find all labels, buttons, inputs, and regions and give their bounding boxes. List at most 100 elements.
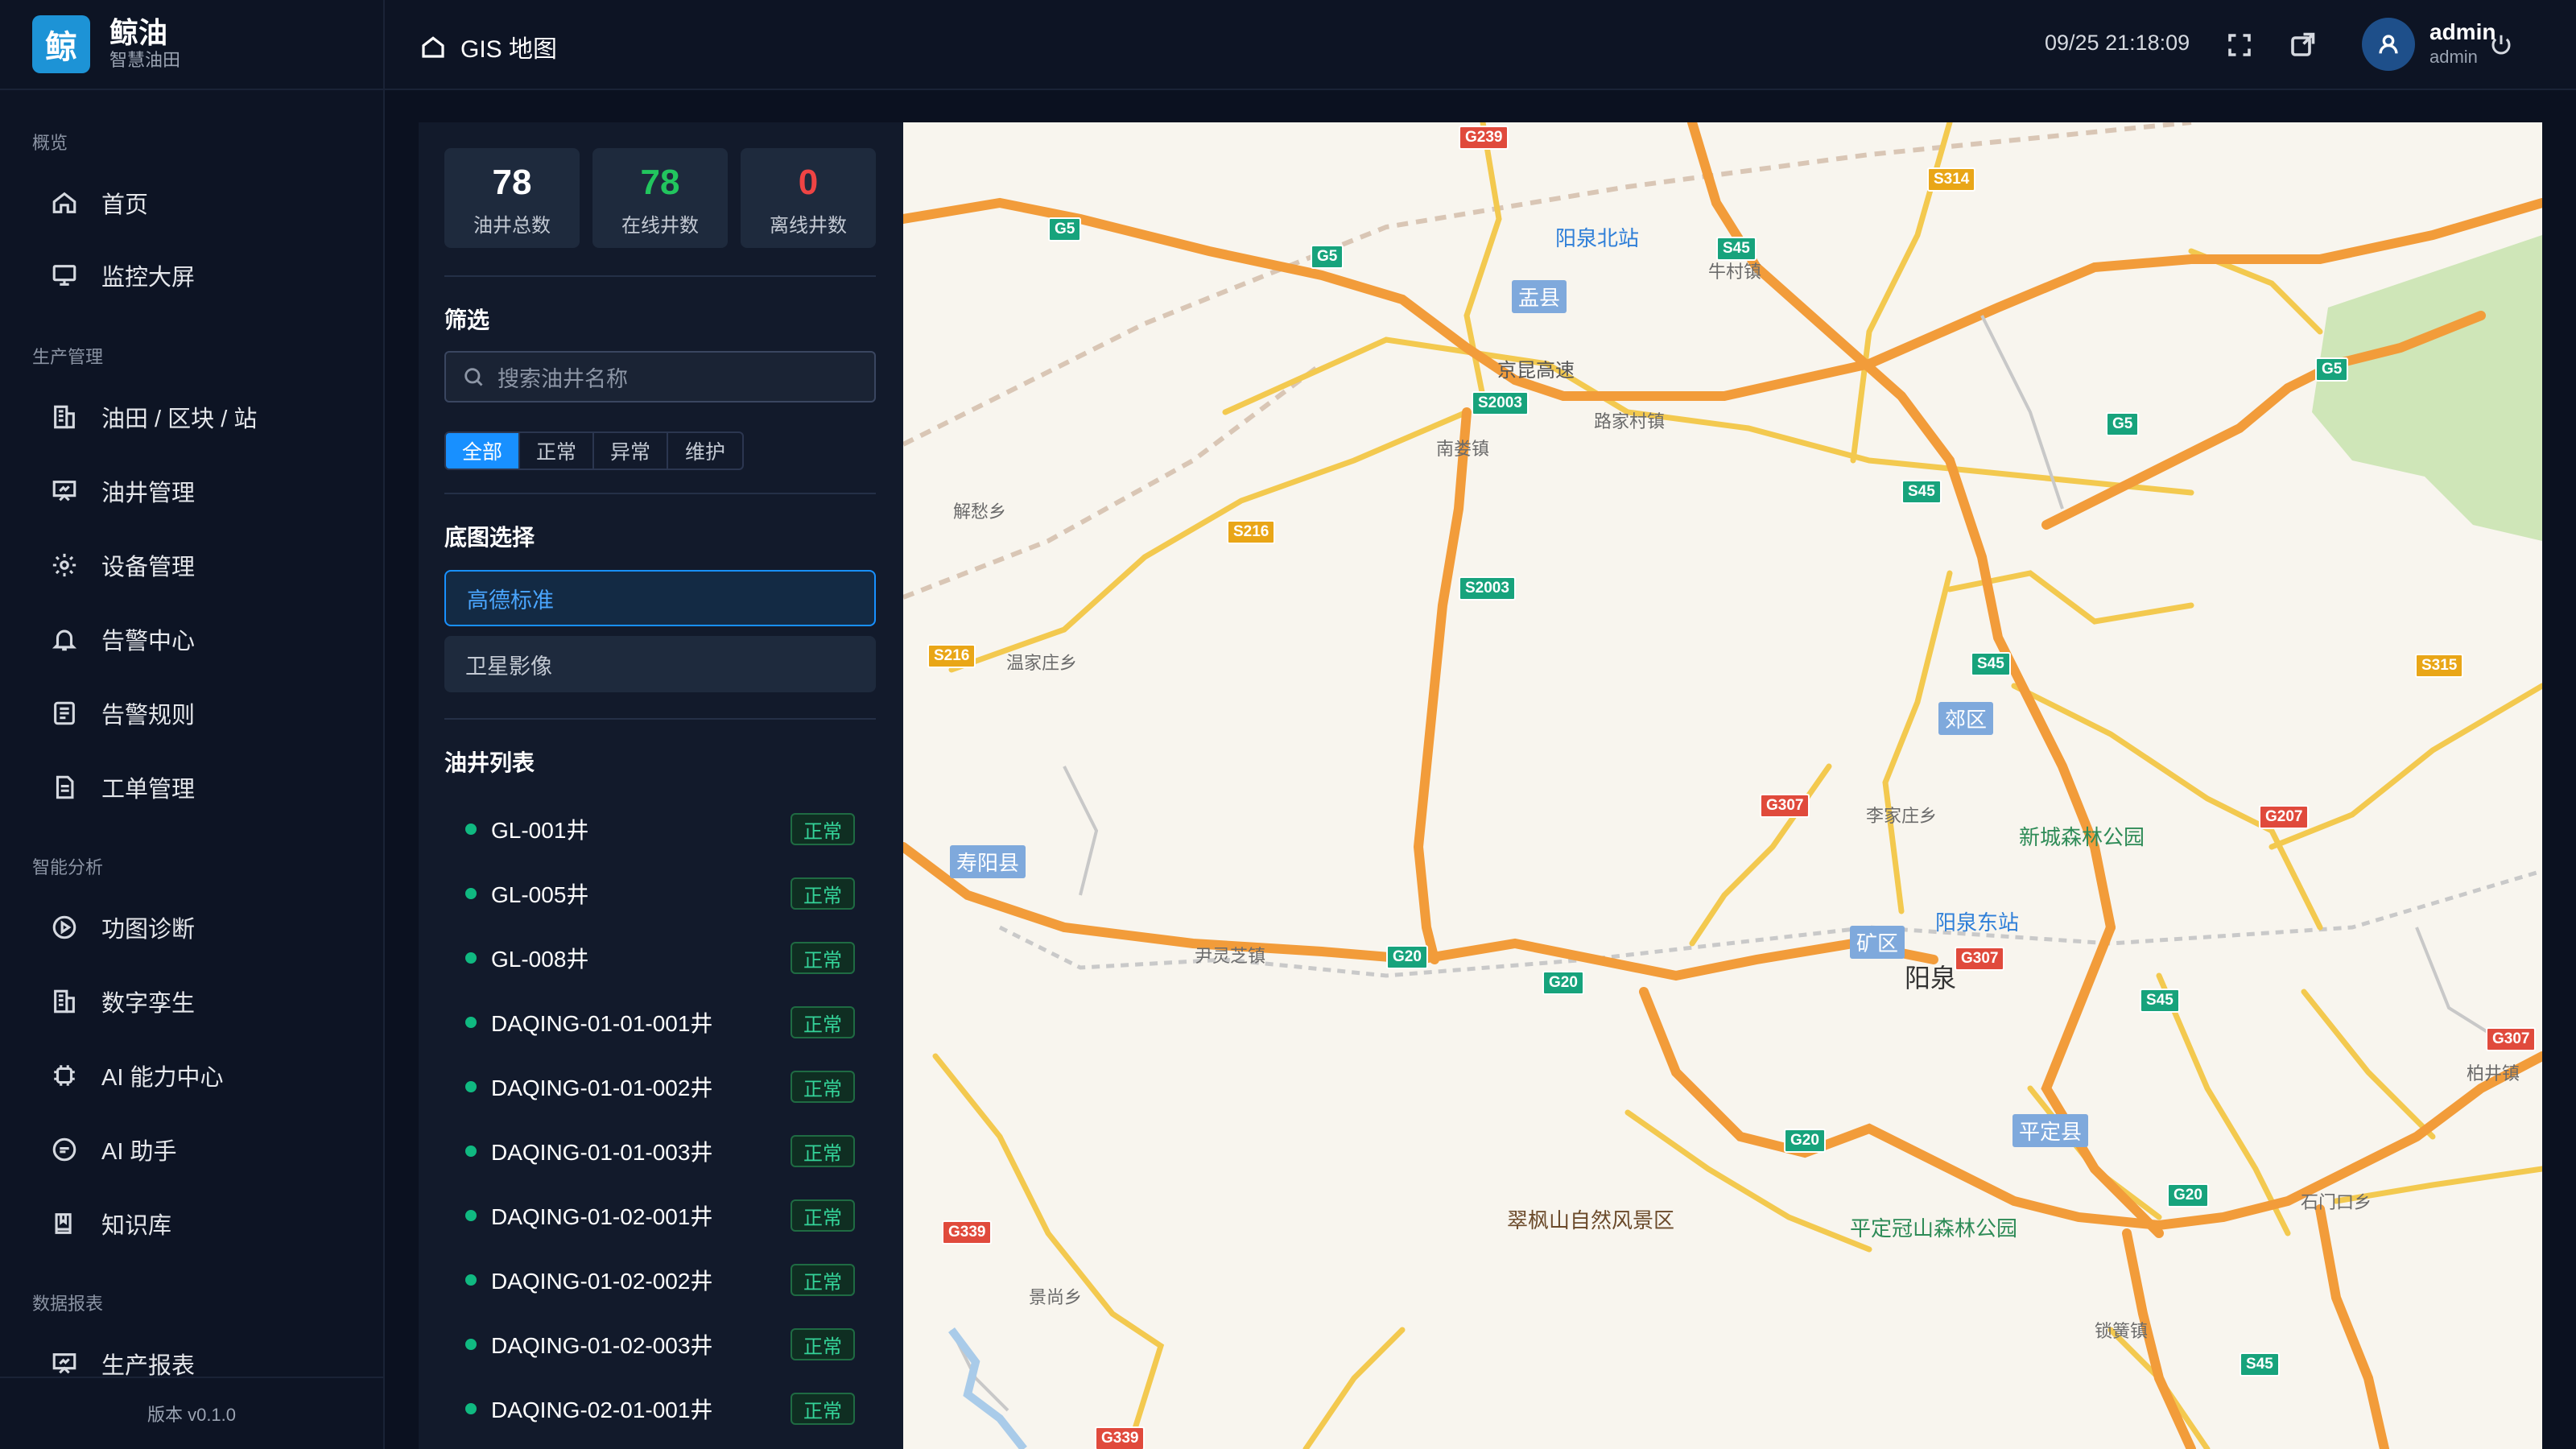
sidebar-item-ai-assistant[interactable]: AI 助手 — [48, 1125, 176, 1174]
tab-all[interactable]: 全部 — [446, 433, 520, 469]
well-name: GL-008井 — [491, 947, 589, 972]
fullscreen-icon[interactable] — [2225, 31, 2254, 60]
list-item[interactable]: GL-005井 正常 — [444, 861, 876, 926]
road-shield: S2003 — [1472, 391, 1529, 415]
version-label: 版本 v0.1.0 — [0, 1377, 383, 1449]
status-dot — [465, 888, 477, 899]
nav-section-reports: 数据报表 — [32, 1294, 104, 1314]
road-shield: G20 — [1784, 1129, 1826, 1153]
status-dot — [465, 1210, 477, 1221]
sidebar-item-digital-twin[interactable]: 数字孪生 — [48, 977, 195, 1026]
road-shield: S314 — [1927, 167, 1976, 192]
tab-normal[interactable]: 正常 — [520, 433, 594, 469]
sidebar-item-label: 生产报表 — [101, 1353, 196, 1379]
top-header: GIS 地图 09/25 21:18:09 admin admin — [385, 0, 2576, 90]
district-label: 寿阳县 — [950, 845, 1026, 878]
book-icon — [48, 1208, 80, 1240]
divider — [444, 718, 876, 720]
monitor-icon — [48, 259, 80, 291]
town-label: 景尚乡 — [1029, 1287, 1083, 1307]
sidebar-item-diagnosis[interactable]: 功图诊断 — [48, 903, 195, 952]
district-label: 矿区 — [1850, 926, 1905, 959]
presentation-icon — [48, 475, 80, 507]
list-item[interactable]: DAQING-01-02-003井 正常 — [444, 1312, 876, 1377]
sidebar-item-label: 油井管理 — [101, 481, 196, 506]
road-shield: S2003 — [1459, 576, 1516, 601]
sidebar-item-oilfield[interactable]: 油田 / 区块 / 站 — [48, 393, 257, 441]
sidebar-item-workorders[interactable]: 工单管理 — [48, 763, 195, 811]
sidebar-item-home[interactable]: 首页 — [48, 179, 148, 227]
status-dot — [465, 1274, 477, 1286]
basemap-title: 底图选择 — [444, 525, 535, 550]
list-item[interactable]: DAQING-01-02-001井 正常 — [444, 1183, 876, 1248]
sidebar-item-label: 数字孪生 — [101, 991, 196, 1017]
page-title: GIS 地图 — [460, 36, 558, 63]
sidebar-item-alarm-rules[interactable]: 告警规则 — [48, 689, 195, 737]
status-badge: 正常 — [791, 1135, 855, 1167]
well-name: DAQING-01-01-003井 — [491, 1140, 713, 1165]
status-dot — [465, 1403, 477, 1414]
basemap-standard-button[interactable]: 高德标准 — [444, 570, 876, 626]
district-label: 盂县 — [1512, 280, 1567, 313]
logout-icon[interactable] — [2489, 32, 2513, 56]
sidebar-item-label: 油田 / 区块 / 站 — [101, 407, 258, 432]
search-input[interactable]: 搜索油井名称 — [444, 351, 876, 402]
user-name[interactable]: admin — [2429, 19, 2496, 45]
search-placeholder: 搜索油井名称 — [497, 366, 628, 391]
town-label: 李家庄乡 — [1866, 806, 1938, 826]
road-shield: G239 — [1459, 126, 1509, 150]
status-badge: 正常 — [791, 1199, 855, 1232]
list-item[interactable]: DAQING-01-01-003井 正常 — [444, 1119, 876, 1183]
status-dot — [465, 1017, 477, 1028]
road-shield: G207 — [2259, 805, 2310, 829]
sidebar-item-ai-center[interactable]: AI 能力中心 — [48, 1051, 223, 1100]
road-shield: S45 — [1901, 480, 1942, 504]
sidebar-item-devices[interactable]: 设备管理 — [48, 541, 195, 589]
bell-icon — [48, 623, 80, 655]
sidebar-item-label: 首页 — [101, 192, 149, 218]
tab-maintenance[interactable]: 维护 — [668, 433, 742, 469]
user-icon — [2379, 35, 2398, 54]
road-shield: S216 — [1227, 520, 1276, 544]
brand-logo: 鲸 — [32, 15, 90, 73]
list-item[interactable]: GL-001井 正常 — [444, 797, 876, 861]
status-dot — [465, 1339, 477, 1350]
divider — [444, 275, 876, 277]
district-label: 平定县 — [2013, 1114, 2089, 1147]
chart-board-icon — [48, 1348, 80, 1380]
list-item[interactable]: DAQING-02-01-001井 正常 — [444, 1377, 876, 1441]
sidebar-item-label: 监控大屏 — [101, 265, 196, 291]
tab-abnormal[interactable]: 异常 — [594, 433, 668, 469]
sidebar-item-label: 告警中心 — [101, 629, 196, 654]
road-shield: G5 — [1048, 217, 1082, 242]
sidebar-item-label: 工单管理 — [101, 777, 196, 803]
scenic-label: 翠枫山自然风景区 — [1507, 1208, 1675, 1232]
well-list-title: 油井列表 — [444, 750, 535, 775]
list-item[interactable]: GL-008井 正常 — [444, 926, 876, 990]
user-role: admin — [2429, 47, 2478, 67]
sidebar-item-wells[interactable]: 油井管理 — [48, 467, 195, 515]
stat-label: 离线井数 — [770, 215, 847, 237]
stat-total-wells: 78 油井总数 — [444, 148, 580, 248]
well-name: GL-005井 — [491, 882, 589, 907]
well-filter-panel: 78 油井总数 78 在线井数 0 离线井数 筛选 搜索油井名称 全部 正常 异… — [419, 122, 903, 1449]
status-badge: 正常 — [791, 1071, 855, 1103]
document-icon — [48, 771, 80, 803]
well-name: GL-001井 — [491, 818, 589, 843]
sidebar-item-monitor[interactable]: 监控大屏 — [48, 251, 195, 299]
well-name: DAQING-01-01-001井 — [491, 1011, 713, 1036]
sidebar-item-knowledge[interactable]: 知识库 — [48, 1199, 171, 1248]
list-item[interactable]: DAQING-01-01-001井 正常 — [444, 990, 876, 1055]
sidebar-item-label: 告警规则 — [101, 703, 196, 729]
search-icon — [464, 368, 483, 386]
gis-map[interactable]: G239 S314 G5 G5 G5 G5 S45 S45 S45 S45 S4… — [903, 122, 2542, 1449]
sidebar-item-alarms[interactable]: 告警中心 — [48, 615, 195, 663]
road-shield: G20 — [1542, 971, 1584, 995]
list-item[interactable]: DAQING-01-02-002井 正常 — [444, 1248, 876, 1312]
list-item[interactable]: DAQING-01-01-002井 正常 — [444, 1055, 876, 1119]
brand-subtitle: 智慧油田 — [109, 50, 181, 70]
basemap-satellite-button[interactable]: 卫星影像 — [444, 636, 876, 692]
stat-label: 在线井数 — [621, 215, 699, 237]
avatar[interactable] — [2362, 18, 2415, 71]
external-window-icon[interactable] — [2288, 31, 2317, 60]
